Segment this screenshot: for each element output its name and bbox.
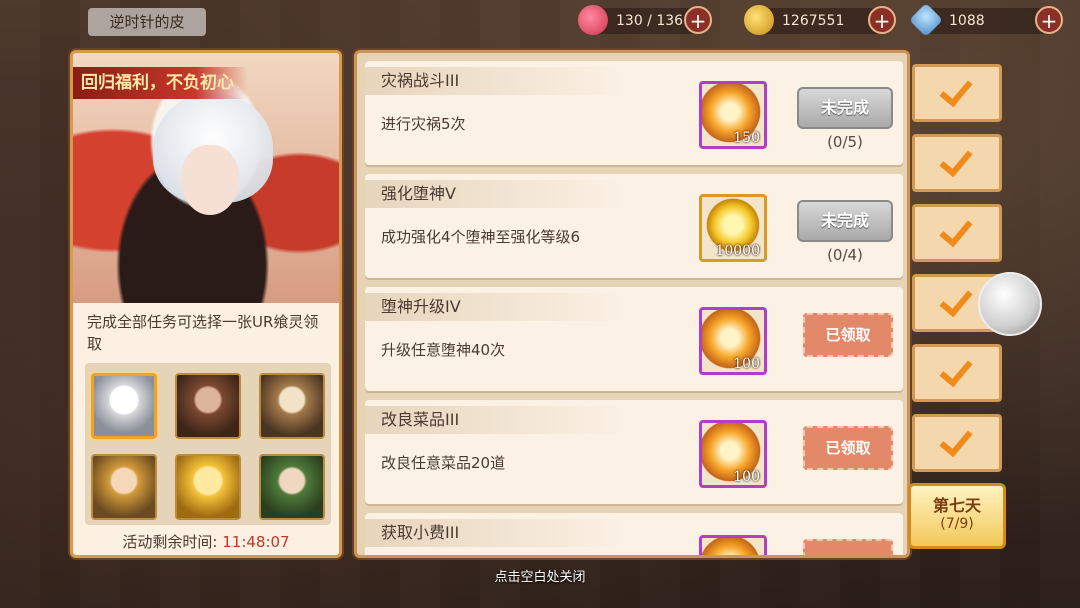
reward-description: 完成全部任务可选择一张UR飨灵领取: [87, 313, 319, 353]
close-hint: 点击空白处关闭: [494, 570, 586, 585]
incomplete-button[interactable]: 未完成: [797, 200, 893, 242]
timer-label: 活动剩余时间:: [122, 533, 218, 551]
task-progress: (0/5): [827, 133, 863, 151]
heart-reward-icon[interactable]: [699, 535, 767, 555]
task-row: 强化堕神V 成功强化4个堕神至强化等级6 10000 未完成 (0/4): [365, 174, 903, 278]
day-tab-completed[interactable]: [912, 204, 1002, 262]
task-title: 灾祸战斗III: [365, 67, 625, 95]
gold-counter: 1267551 +: [744, 5, 896, 35]
day-tab-completed[interactable]: [912, 414, 1002, 472]
task-title: 强化堕神V: [365, 180, 625, 208]
claimed-button[interactable]: 已领取: [803, 313, 893, 357]
task-row: 堕神升级IV 升级任意堕神40次 100 已领取: [365, 287, 903, 391]
ur-character-card[interactable]: [175, 373, 241, 439]
gold-value: 1267551: [782, 13, 845, 29]
task-title: 改良菜品III: [365, 406, 625, 434]
stamina-counter: 130 / 136 +: [578, 5, 712, 35]
heart-icon: [578, 5, 608, 35]
task-row: 灾祸战斗III 进行灾祸5次 150 未完成 (0/5): [365, 61, 903, 165]
stamina-value: 130 / 136: [616, 13, 684, 29]
checkmark-icon: [941, 75, 971, 105]
ur-character-card[interactable]: [259, 373, 325, 439]
ingredient-reward-icon[interactable]: 150: [699, 81, 767, 149]
reward-quantity: 100: [733, 469, 760, 485]
task-row: 获取小费III: [365, 513, 903, 555]
task-title: 获取小费III: [365, 519, 625, 547]
gold-coin-reward-icon[interactable]: 10000: [699, 194, 767, 262]
checkmark-icon: [941, 285, 971, 315]
checkmark-icon: [941, 425, 971, 455]
task-description: 成功强化4个堕神至强化等级6: [381, 228, 581, 246]
task-progress: (0/4): [827, 246, 863, 264]
day-label: 第七天: [932, 496, 981, 515]
reward-quantity: 100: [733, 356, 760, 372]
event-banner: 回归福利，不负初心: [73, 67, 248, 99]
ingredient-reward-icon[interactable]: 100: [699, 420, 767, 488]
incomplete-button[interactable]: 未完成: [797, 87, 893, 129]
ur-character-card[interactable]: [259, 454, 325, 520]
floating-assistant-button[interactable]: [978, 272, 1042, 336]
day-tab-completed[interactable]: [912, 64, 1002, 122]
day-tab-completed[interactable]: [912, 134, 1002, 192]
task-title: 堕神升级IV: [365, 293, 625, 321]
gold-coin-icon: [744, 5, 774, 35]
ur-character-card[interactable]: [91, 454, 157, 520]
task-button[interactable]: [803, 539, 893, 555]
claimed-button[interactable]: 已领取: [803, 426, 893, 470]
checkmark-icon: [941, 355, 971, 385]
ur-character-card[interactable]: [175, 454, 241, 520]
add-gold-button[interactable]: +: [868, 6, 896, 34]
timer-value: 11:48:07: [222, 533, 290, 551]
ingredient-reward-icon[interactable]: 100: [699, 307, 767, 375]
checkmark-icon: [941, 145, 971, 175]
day-progress: (7/9): [940, 516, 974, 532]
task-row: 改良菜品III 改良任意菜品20道 100 已领取: [365, 400, 903, 504]
day-tab-current[interactable]: 第七天 (7/9): [908, 483, 1006, 549]
reward-quantity: 10000: [715, 243, 760, 259]
player-name: 逆时针的皮: [88, 8, 206, 36]
reward-panel: 回归福利，不负初心 完成全部任务可选择一张UR飨灵领取 活动剩余时间: 11:4…: [70, 50, 342, 558]
add-stamina-button[interactable]: +: [684, 6, 712, 34]
checkmark-icon: [941, 215, 971, 245]
diamond-value: 1088: [949, 13, 985, 29]
day-tab-completed[interactable]: [912, 344, 1002, 402]
add-diamond-button[interactable]: +: [1035, 6, 1063, 34]
task-description: 改良任意菜品20道: [381, 454, 506, 472]
reward-quantity: 150: [733, 130, 760, 146]
task-description: 进行灾祸5次: [381, 115, 466, 133]
ur-character-card-selected[interactable]: [91, 373, 157, 439]
diamond-counter: 1088 +: [909, 3, 1063, 37]
ur-character-grid: [85, 363, 331, 525]
task-description: 升级任意堕神40次: [381, 341, 506, 359]
event-timer: 活动剩余时间: 11:48:07: [73, 531, 339, 552]
task-list[interactable]: 灾祸战斗III 进行灾祸5次 150 未完成 (0/5) 强化堕神V 成功强化4…: [354, 50, 910, 558]
